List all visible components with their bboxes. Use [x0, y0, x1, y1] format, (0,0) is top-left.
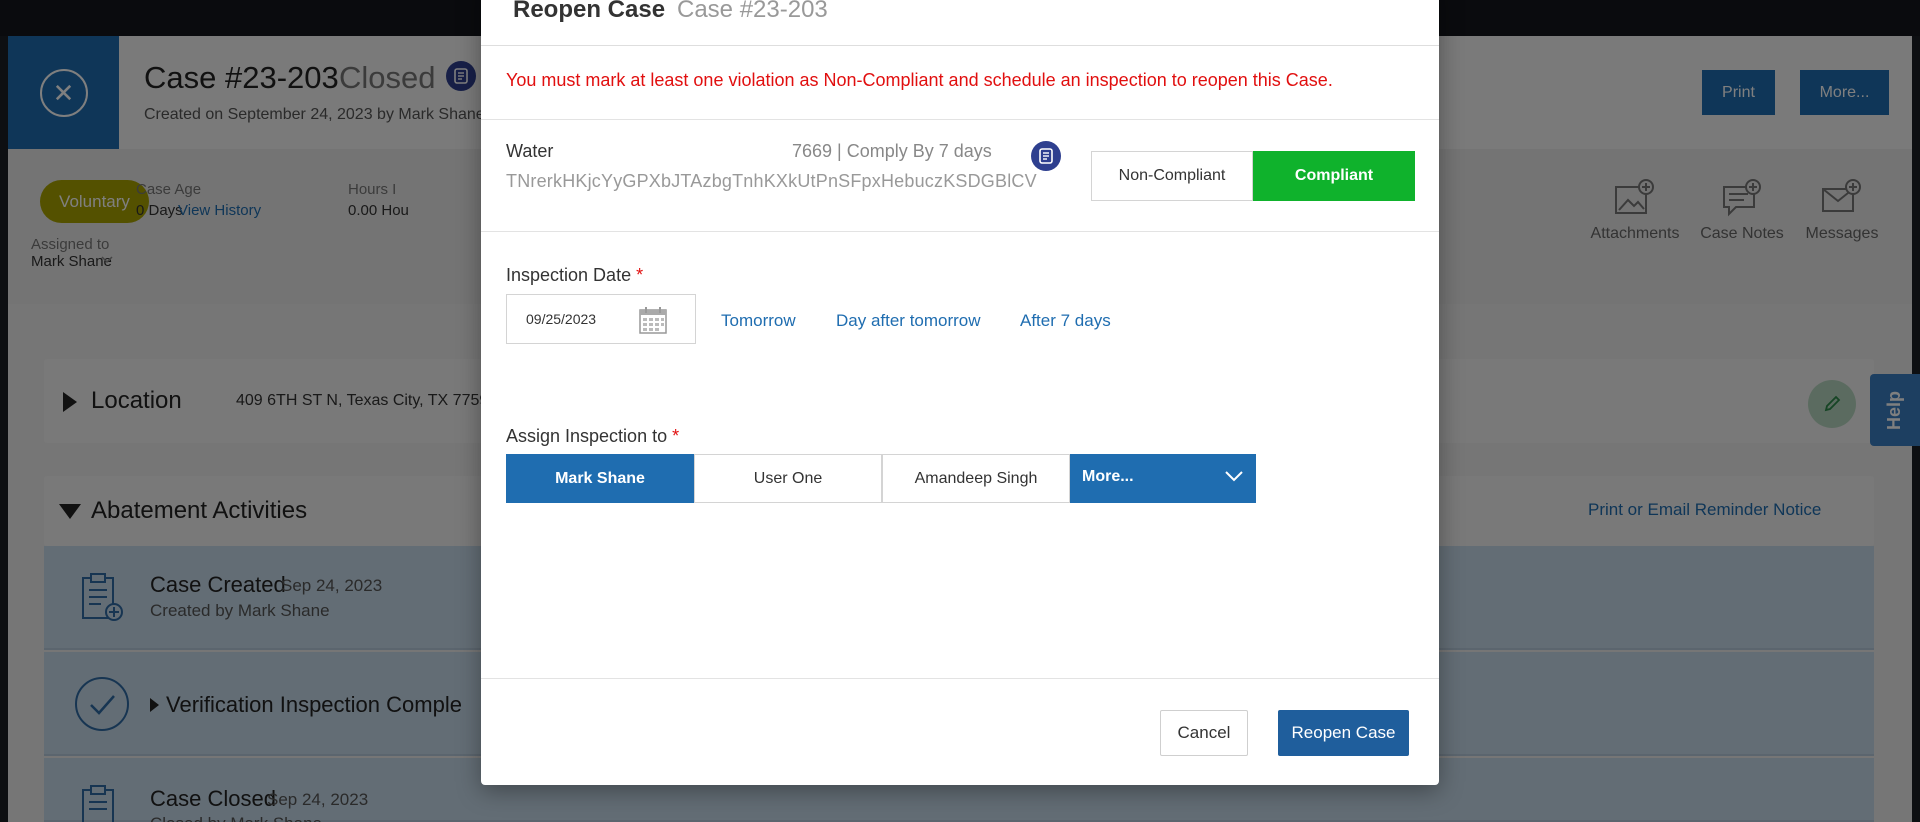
modal-case-number: Case #23-203	[677, 0, 828, 23]
inspection-date-input[interactable]: 09/25/2023	[506, 294, 696, 344]
violation-note-icon[interactable]	[1031, 141, 1061, 171]
compliant-button[interactable]: Compliant	[1253, 151, 1415, 201]
reopen-case-modal: Reopen Case Case #23-203 You must mark a…	[481, 0, 1439, 785]
quick-date-day-after-tomorrow[interactable]: Day after tomorrow	[836, 311, 981, 331]
modal-header: Reopen Case Case #23-203	[481, 0, 1439, 46]
modal-title: Reopen Case	[513, 0, 666, 23]
warning-message: You must mark at least one violation as …	[506, 70, 1333, 90]
violation-meta: 7669 | Comply By 7 days	[792, 141, 992, 161]
cancel-button[interactable]: Cancel	[1160, 710, 1248, 756]
assign-more-label: More...	[1082, 468, 1134, 485]
inspection-date-value: 09/25/2023	[526, 311, 597, 327]
chevron-down-icon	[1225, 471, 1243, 482]
assign-inspection-label: Assign Inspection to *	[506, 426, 679, 447]
inspection-date-label-text: Inspection Date	[506, 265, 632, 285]
required-mark: *	[672, 426, 680, 446]
assign-amandeep-singh-button[interactable]: Amandeep Singh	[882, 454, 1070, 503]
assign-mark-shane-button[interactable]: Mark Shane	[506, 454, 694, 503]
inspection-date-label: Inspection Date *	[506, 265, 643, 286]
divider	[481, 119, 1439, 120]
calendar-icon[interactable]	[638, 305, 668, 335]
divider	[481, 231, 1439, 232]
quick-date-after-7-days[interactable]: After 7 days	[1020, 311, 1111, 331]
quick-date-tomorrow[interactable]: Tomorrow	[721, 311, 796, 331]
assign-inspection-label-text: Assign Inspection to	[506, 426, 668, 446]
assign-more-dropdown[interactable]: More...	[1070, 454, 1256, 503]
non-compliant-button[interactable]: Non-Compliant	[1091, 151, 1253, 201]
reopen-case-button[interactable]: Reopen Case	[1278, 710, 1409, 756]
violation-name: Water	[506, 141, 554, 161]
required-mark: *	[636, 265, 644, 285]
modal-footer-divider	[481, 678, 1439, 679]
assign-user-one-button[interactable]: User One	[694, 454, 882, 503]
violation-code: TNrerkHKjcYyGPXbJTAzbgTnhKXkUtPnSFpxHebu…	[506, 171, 1037, 191]
